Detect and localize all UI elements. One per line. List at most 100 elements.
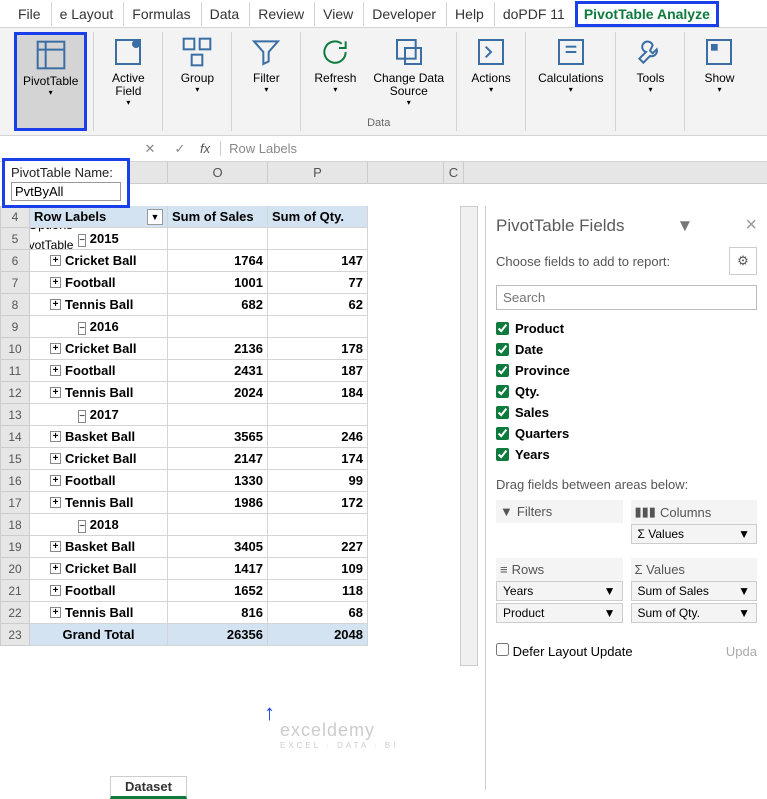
qty-cell[interactable]: 2048: [268, 624, 368, 645]
sales-cell[interactable]: [168, 404, 268, 425]
row-header[interactable]: 7: [0, 272, 30, 294]
vertical-scrollbar[interactable]: [460, 206, 478, 666]
expand-icon[interactable]: +: [50, 431, 61, 442]
filter-button[interactable]: Filter ▾: [238, 32, 294, 131]
field-checkbox[interactable]: [496, 343, 509, 356]
product-row[interactable]: +Tennis Ball: [30, 294, 168, 315]
product-row[interactable]: +Basket Ball: [30, 536, 168, 557]
sales-cell[interactable]: 1986: [168, 492, 268, 513]
tab-formulas[interactable]: Formulas: [123, 2, 198, 26]
row-header[interactable]: 18: [0, 514, 30, 536]
product-row[interactable]: +Basket Ball: [30, 426, 168, 447]
qty-cell[interactable]: [268, 514, 368, 535]
tab-view[interactable]: View: [314, 2, 361, 26]
fields-dropdown-icon[interactable]: ▼: [677, 216, 694, 236]
qty-cell[interactable]: 118: [268, 580, 368, 601]
sales-cell[interactable]: 1764: [168, 250, 268, 271]
tab-review[interactable]: Review: [249, 2, 312, 26]
qty-cell[interactable]: 246: [268, 426, 368, 447]
qty-cell[interactable]: 68: [268, 602, 368, 623]
refresh-button[interactable]: Refresh ▾: [307, 32, 363, 115]
product-row[interactable]: +Tennis Ball: [30, 382, 168, 403]
year-row[interactable]: − 2017: [30, 404, 168, 425]
sales-cell[interactable]: [168, 316, 268, 337]
field-checkbox[interactable]: [496, 364, 509, 377]
expand-icon[interactable]: +: [50, 343, 61, 354]
tab-help[interactable]: Help: [446, 2, 492, 26]
actions-button[interactable]: Actions ▾: [463, 32, 519, 131]
qty-cell[interactable]: 184: [268, 382, 368, 403]
row-header[interactable]: 15: [0, 448, 30, 470]
qty-cell[interactable]: 109: [268, 558, 368, 579]
rows-area[interactable]: ≡Rows Years ▼Product ▼: [496, 558, 623, 625]
fx-icon[interactable]: fx: [200, 141, 210, 156]
tab-file[interactable]: File: [10, 2, 49, 26]
product-row[interactable]: +Football: [30, 470, 168, 491]
filters-area[interactable]: ▼Filters: [496, 500, 623, 550]
sales-cell[interactable]: 26356: [168, 624, 268, 645]
row-header[interactable]: 11: [0, 360, 30, 382]
row-header[interactable]: 6: [0, 250, 30, 272]
qty-cell[interactable]: 187: [268, 360, 368, 381]
row-header[interactable]: 16: [0, 470, 30, 492]
show-button[interactable]: Show ▾: [691, 32, 747, 131]
qty-cell[interactable]: 227: [268, 536, 368, 557]
row-header[interactable]: 9: [0, 316, 30, 338]
formula-confirm-icon[interactable]: ✓: [170, 141, 190, 157]
year-row[interactable]: − 2015: [30, 228, 168, 249]
tab-data[interactable]: Data: [201, 2, 248, 26]
gear-icon[interactable]: ⚙: [729, 247, 757, 275]
calculations-button[interactable]: Calculations ▾: [532, 32, 609, 131]
row-header[interactable]: 23: [0, 624, 30, 646]
qty-cell[interactable]: 178: [268, 338, 368, 359]
sales-cell[interactable]: 1417: [168, 558, 268, 579]
qty-cell[interactable]: 99: [268, 470, 368, 491]
field-item[interactable]: Product: [496, 318, 757, 339]
sales-cell[interactable]: 3565: [168, 426, 268, 447]
group-button[interactable]: Group ▾: [169, 32, 225, 131]
field-item[interactable]: Years: [496, 444, 757, 465]
year-row[interactable]: − 2016: [30, 316, 168, 337]
sales-cell[interactable]: 2136: [168, 338, 268, 359]
row-header[interactable]: 21: [0, 580, 30, 602]
pivottable-name-input[interactable]: [11, 182, 121, 201]
collapse-icon[interactable]: −: [78, 520, 86, 533]
area-item[interactable]: Sum of Sales ▼: [631, 581, 758, 601]
row-header[interactable]: 5: [0, 228, 30, 250]
tab-developer[interactable]: Developer: [363, 2, 444, 26]
sales-cell[interactable]: [168, 228, 268, 249]
col-header-p[interactable]: P: [268, 162, 368, 183]
tab-layout[interactable]: e Layout: [51, 2, 122, 26]
row-header[interactable]: 13: [0, 404, 30, 426]
sales-cell[interactable]: 2431: [168, 360, 268, 381]
expand-icon[interactable]: +: [50, 299, 61, 310]
expand-icon[interactable]: +: [50, 387, 61, 398]
qty-cell[interactable]: 62: [268, 294, 368, 315]
field-item[interactable]: Qty.: [496, 381, 757, 402]
col-header-o[interactable]: O: [168, 162, 268, 183]
defer-layout-checkbox[interactable]: Defer Layout Update: [496, 643, 633, 659]
sales-cell[interactable]: 1652: [168, 580, 268, 601]
expand-icon[interactable]: +: [50, 607, 61, 618]
row-header[interactable]: 10: [0, 338, 30, 360]
sales-cell[interactable]: 816: [168, 602, 268, 623]
product-row[interactable]: +Cricket Ball: [30, 250, 168, 271]
qty-cell[interactable]: 147: [268, 250, 368, 271]
formula-value[interactable]: Row Labels: [220, 141, 297, 156]
tab-dopdf[interactable]: doPDF 11: [494, 2, 573, 26]
qty-cell[interactable]: 77: [268, 272, 368, 293]
row-header[interactable]: 20: [0, 558, 30, 580]
expand-icon[interactable]: +: [50, 255, 61, 266]
values-area[interactable]: Σ Values Sum of Sales ▼Sum of Qty. ▼: [631, 558, 758, 625]
field-item[interactable]: Date: [496, 339, 757, 360]
product-row[interactable]: +Football: [30, 360, 168, 381]
tools-button[interactable]: Tools ▾: [622, 32, 678, 131]
sales-cell[interactable]: 682: [168, 294, 268, 315]
product-row[interactable]: +Cricket Ball: [30, 558, 168, 579]
formula-cancel-icon[interactable]: ✕: [140, 141, 160, 157]
sheet-tab-dataset[interactable]: Dataset: [110, 776, 187, 799]
field-checkbox[interactable]: [496, 427, 509, 440]
fields-search-input[interactable]: [496, 285, 757, 310]
row-header[interactable]: 19: [0, 536, 30, 558]
product-row[interactable]: +Football: [30, 272, 168, 293]
